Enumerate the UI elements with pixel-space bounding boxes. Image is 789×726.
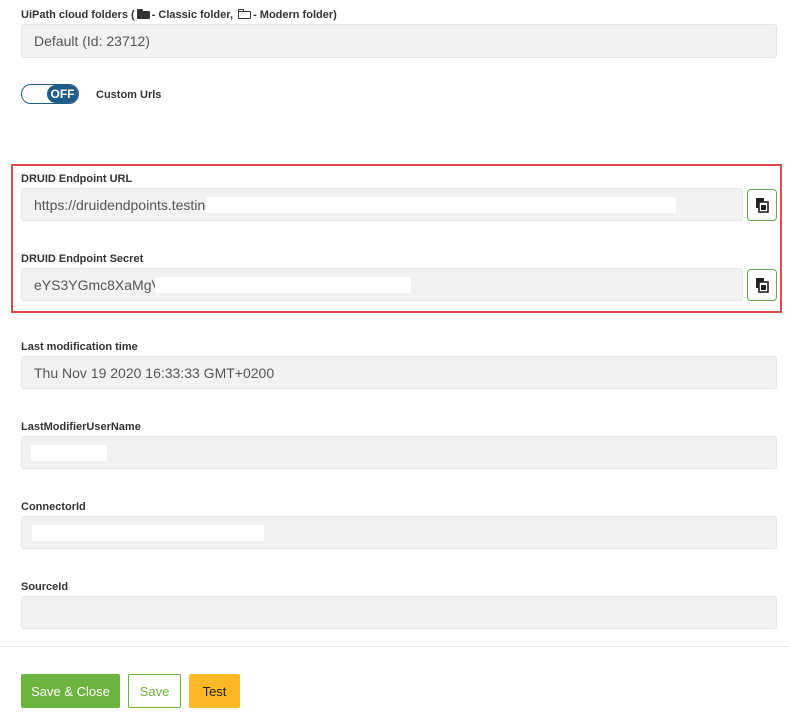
connector-field xyxy=(21,516,777,549)
toggle-knob xyxy=(22,85,49,103)
folders-select-value: Default (Id: 23712) xyxy=(34,33,150,49)
copy-icon xyxy=(756,198,769,213)
redacted-block xyxy=(31,445,107,461)
folders-label: UiPath cloud folders (- Classic folder, … xyxy=(21,9,337,21)
druid-url-input[interactable]: https://druidendpoints.testing. xyxy=(21,188,743,221)
toggle-state-label: OFF xyxy=(47,85,78,103)
druid-secret-input[interactable]: eYS3YGmc8XaMgV xyxy=(21,268,743,301)
custom-urls-label: Custom Urls xyxy=(96,89,162,101)
last-modification-label: Last modification time xyxy=(21,341,138,353)
last-modification-field: Thu Nov 19 2020 16:33:33 GMT+0200 xyxy=(21,356,777,389)
copy-icon xyxy=(756,278,769,293)
modern-folder-icon xyxy=(238,9,252,19)
last-modifier-field xyxy=(21,436,777,469)
redacted-block xyxy=(155,277,411,293)
druid-url-value: https://druidendpoints.testing. xyxy=(34,196,217,213)
connector-label: ConnectorId xyxy=(21,501,86,513)
redacted-block xyxy=(206,197,676,213)
source-field xyxy=(21,596,777,629)
classic-folder-icon xyxy=(136,9,150,19)
folders-select[interactable]: Default (Id: 23712) xyxy=(21,24,777,58)
druid-secret-label: DRUID Endpoint Secret xyxy=(21,253,144,265)
source-label: SourceId xyxy=(21,581,69,593)
copy-secret-button[interactable] xyxy=(747,269,777,301)
custom-urls-toggle[interactable]: OFF xyxy=(21,84,79,104)
save-close-button[interactable]: Save & Close xyxy=(21,674,120,708)
test-button[interactable]: Test xyxy=(189,674,240,708)
copy-url-button[interactable] xyxy=(747,189,777,221)
druid-url-label: DRUID Endpoint URL xyxy=(21,173,133,185)
save-button[interactable]: Save xyxy=(128,674,181,708)
last-modification-value: Thu Nov 19 2020 16:33:33 GMT+0200 xyxy=(34,364,275,381)
last-modifier-label: LastModifierUserName xyxy=(21,421,141,433)
druid-secret-value: eYS3YGmc8XaMgV xyxy=(34,276,161,293)
footer-divider xyxy=(0,646,789,647)
redacted-block xyxy=(32,525,264,541)
